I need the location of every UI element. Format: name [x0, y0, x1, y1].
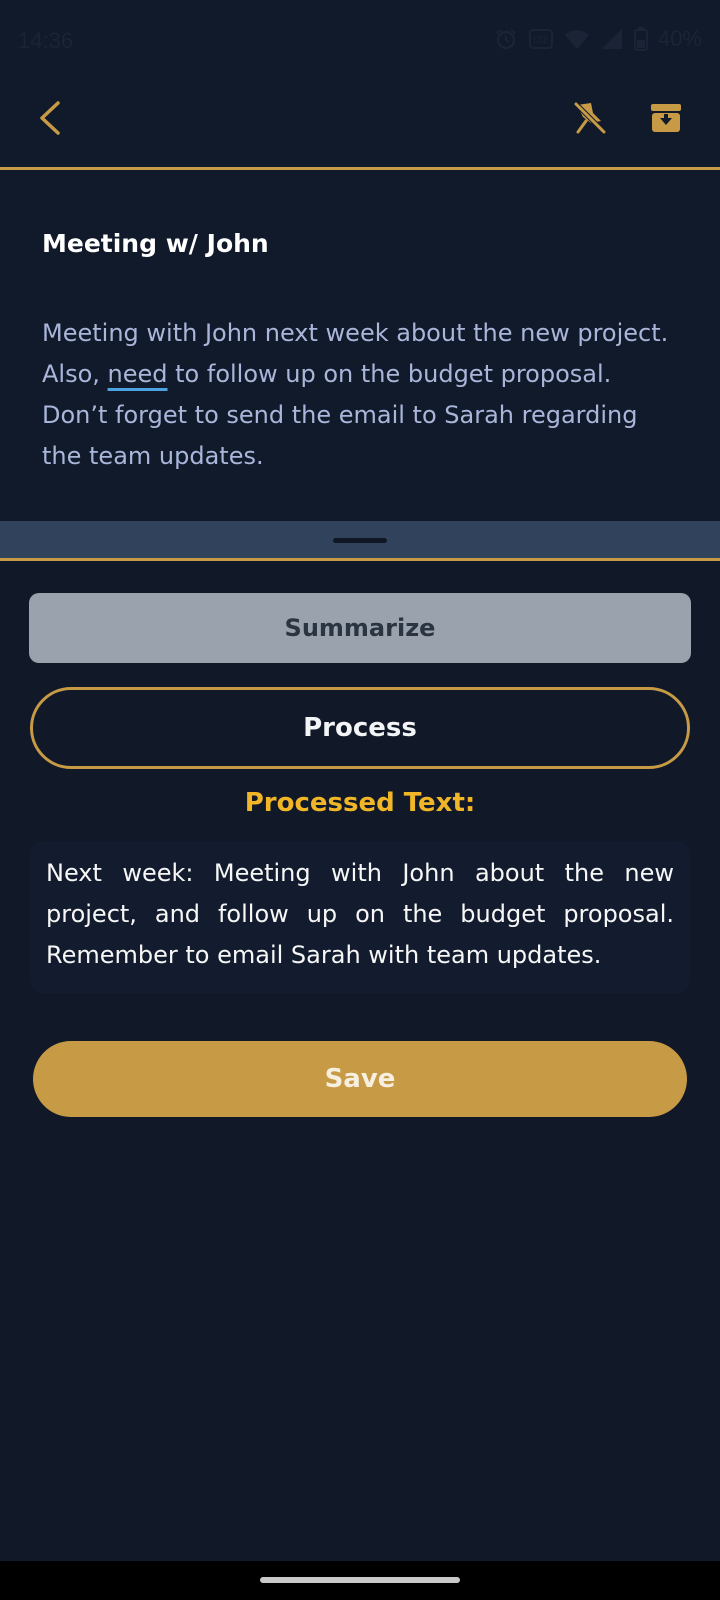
note-title[interactable]: Meeting w/ John	[42, 229, 269, 258]
alarm-icon	[494, 27, 518, 51]
processed-text-box: Next week: Meeting with John about the n…	[30, 841, 690, 993]
bottom-sheet-header[interactable]	[0, 521, 720, 561]
top-app-bar	[0, 84, 720, 170]
save-button[interactable]: Save	[33, 1041, 687, 1117]
unpin-button[interactable]	[566, 98, 612, 144]
battery-icon	[633, 27, 648, 51]
drag-handle[interactable]	[333, 538, 387, 543]
volte-icon: LTE	[528, 27, 554, 51]
unpin-icon	[569, 99, 609, 143]
ai-actions-sheet: Summarize Process Processed Text: Next w…	[0, 563, 720, 1561]
chevron-left-icon	[37, 100, 63, 140]
summarize-button[interactable]: Summarize	[29, 593, 691, 663]
back-button[interactable]	[30, 98, 70, 142]
archive-button[interactable]	[646, 100, 686, 140]
process-button[interactable]: Process	[30, 687, 690, 769]
note-body[interactable]: Meeting with John next week about the ne…	[42, 313, 682, 477]
status-time: 14:36	[18, 28, 74, 53]
status-icons: LTE 40%	[494, 26, 702, 52]
svg-text:LTE: LTE	[533, 36, 548, 46]
note-editor[interactable]: Meeting w/ John Meeting with John next w…	[0, 173, 720, 521]
system-nav-bar	[0, 1561, 720, 1600]
archive-icon	[649, 102, 683, 138]
processed-text: Next week: Meeting with John about the n…	[46, 859, 674, 969]
wifi-icon	[564, 28, 590, 50]
signal-icon	[600, 28, 624, 50]
spellcheck-flagged-word[interactable]: need	[108, 360, 168, 388]
processed-text-heading: Processed Text:	[244, 788, 476, 818]
battery-percent: 40%	[657, 26, 702, 51]
status-bar: 14:36 LTE 40%	[0, 0, 720, 84]
home-gesture-handle[interactable]	[260, 1577, 460, 1583]
